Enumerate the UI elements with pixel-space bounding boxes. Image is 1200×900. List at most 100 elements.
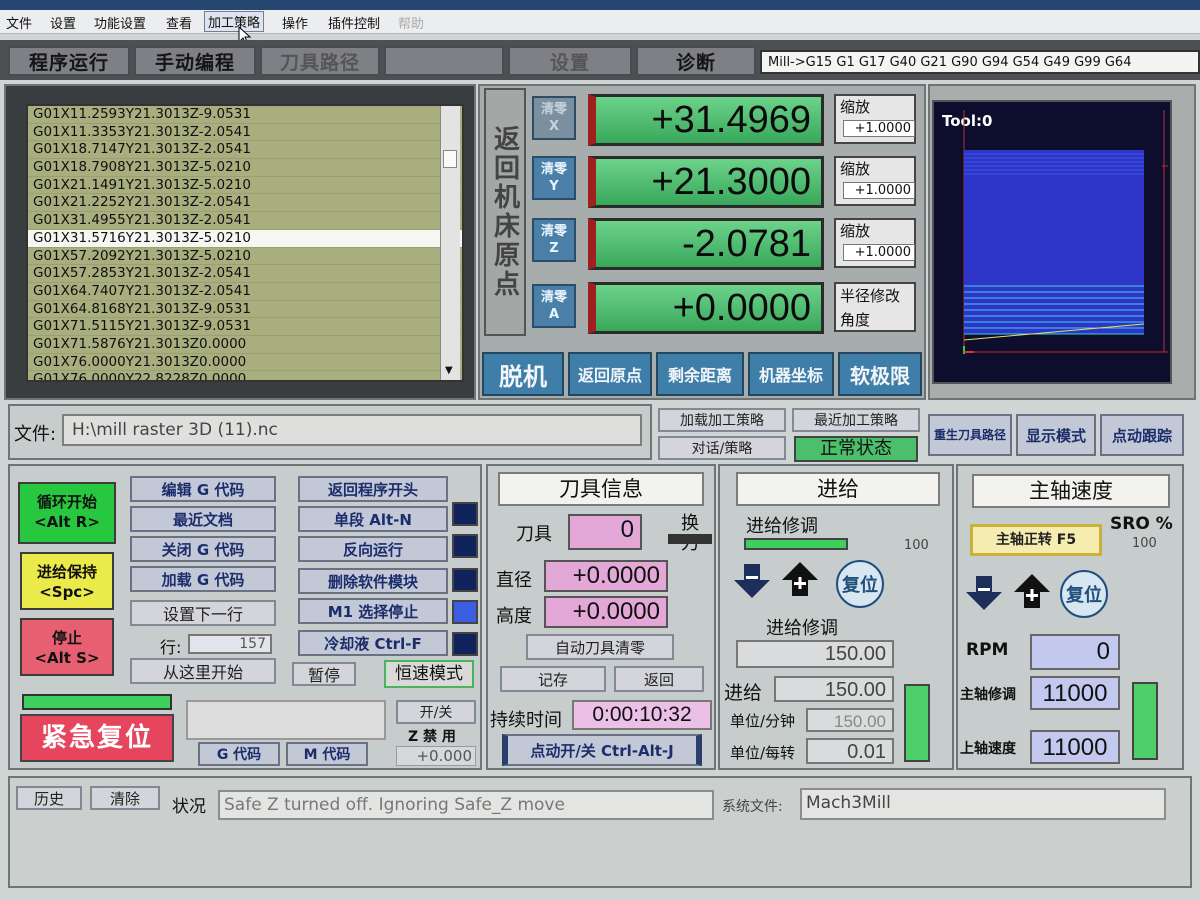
tab-settings[interactable]: 设置 bbox=[508, 46, 632, 76]
gcodes-button[interactable]: G 代码 bbox=[198, 742, 280, 766]
stop-button[interactable]: 停止 <Alt S> bbox=[20, 618, 114, 676]
menu-wizard[interactable]: 加工策略 bbox=[204, 11, 265, 32]
cycle-start-button[interactable]: 循环开始 <Alt R> bbox=[18, 482, 116, 544]
gcode-listing[interactable]: G01X11.2593Y21.3013Z-9.0531 G01X11.3353Y2… bbox=[26, 104, 464, 382]
tool-info-title: 刀具信息 bbox=[498, 472, 704, 506]
gcode-line[interactable]: G01X76.0000Y22.8228Z0.0000 bbox=[28, 371, 462, 380]
zero-z-button[interactable]: 清零 Z bbox=[532, 218, 576, 262]
auto-tool-zero-button[interactable]: 自动刀具清零 bbox=[526, 634, 674, 660]
dist-to-go-button[interactable]: 剩余距离 bbox=[656, 352, 744, 396]
tab-toolpath[interactable]: 刀具路径 bbox=[260, 46, 380, 76]
gcode-line[interactable]: G01X18.7147Y21.3013Z-2.0541 bbox=[28, 141, 462, 160]
menu-plugin-control[interactable]: 插件控制 bbox=[328, 13, 380, 32]
history-button[interactable]: 历史 bbox=[16, 786, 82, 810]
pause-button[interactable]: 暂停 bbox=[292, 662, 356, 686]
offline-button[interactable]: 脱机 bbox=[482, 352, 564, 396]
coolant-button[interactable]: 冷却液 Ctrl-F bbox=[298, 630, 448, 656]
gcode-line[interactable]: G01X76.0000Y21.3013Z0.0000 bbox=[28, 354, 462, 372]
block-delete-button[interactable]: 删除软件模块 bbox=[298, 568, 448, 594]
menu-function-config[interactable]: 功能设置 bbox=[94, 13, 146, 32]
jog-follow-button[interactable]: 点动跟踪 bbox=[1100, 414, 1184, 456]
menu-config[interactable]: 设置 bbox=[50, 13, 76, 32]
gcode-line[interactable]: G01X18.7908Y21.3013Z-5.0210 bbox=[28, 159, 462, 177]
feed-reset-button[interactable]: 复位 bbox=[836, 560, 884, 608]
tool-number-field[interactable]: 0 bbox=[568, 514, 642, 550]
soft-limits-button[interactable]: 软极限 bbox=[838, 352, 922, 396]
diameter-field[interactable]: +0.0000 bbox=[544, 560, 668, 592]
machine-coords-button[interactable]: 机器坐标 bbox=[748, 352, 834, 396]
spindle-increase-icon[interactable] bbox=[1012, 572, 1052, 616]
emergency-reset-button[interactable]: 紧急复位 bbox=[20, 714, 174, 762]
mdi-input[interactable] bbox=[186, 700, 386, 740]
edit-gcode-button[interactable]: 编辑 G 代码 bbox=[130, 476, 276, 502]
scroll-thumb[interactable] bbox=[443, 150, 457, 168]
load-wizards-button[interactable]: 加载加工策略 bbox=[658, 408, 786, 432]
toolpath-display[interactable]: Tool:0 bbox=[932, 100, 1172, 384]
feed-hold-button[interactable]: 进给保持 <Spc> bbox=[20, 552, 114, 610]
zero-a-button[interactable]: 清零 A bbox=[532, 284, 576, 328]
feed-override-slider[interactable] bbox=[904, 684, 930, 762]
spindle-override-field[interactable]: 11000 bbox=[1030, 676, 1120, 710]
reverse-run-button[interactable]: 反向运行 bbox=[298, 536, 448, 562]
feed-override-field[interactable]: 150.00 bbox=[736, 640, 894, 668]
close-gcode-button[interactable]: 关闭 G 代码 bbox=[130, 536, 276, 562]
menu-file[interactable]: 文件 bbox=[6, 13, 32, 32]
gcode-line[interactable]: G01X64.7407Y21.3013Z-2.0541 bbox=[28, 283, 462, 301]
last-wizard-button[interactable]: 最近加工策略 bbox=[792, 408, 920, 432]
regen-toolpath-button[interactable]: 重生刀具路径 bbox=[928, 414, 1012, 456]
zero-y-button[interactable]: 清零 Y bbox=[532, 156, 576, 200]
gcode-line[interactable]: G01X57.2092Y21.3013Z-5.0210 bbox=[28, 248, 462, 266]
load-gcode-button[interactable]: 加载 G 代码 bbox=[130, 566, 276, 592]
feed-decrease-icon[interactable] bbox=[732, 562, 772, 606]
gcode-line[interactable]: G01X71.5115Y21.3013Z-9.0531 bbox=[28, 318, 462, 336]
tab-program-run[interactable]: 程序运行 bbox=[8, 46, 130, 76]
gcode-line[interactable]: G01X31.4955Y21.3013Z-2.0541 bbox=[28, 212, 462, 230]
file-row: 文件: H:\mill raster 3D (11).nc bbox=[8, 404, 652, 460]
gcode-line[interactable]: G01X64.8168Y21.3013Z-9.0531 bbox=[28, 301, 462, 319]
gcode-line[interactable]: G01X11.3353Y21.3013Z-2.0541 bbox=[28, 124, 462, 142]
scroll-down-icon[interactable]: ▼ bbox=[445, 365, 453, 376]
tab-diagnostics[interactable]: 诊断 bbox=[636, 46, 756, 76]
tab-mdi[interactable]: 手动编程 bbox=[134, 46, 256, 76]
gcode-line[interactable]: G01X71.5876Y21.3013Z0.0000 bbox=[28, 336, 462, 354]
gcode-line[interactable]: G01X21.1491Y21.3013Z-5.0210 bbox=[28, 177, 462, 195]
spindle-override-slider[interactable] bbox=[1132, 682, 1158, 760]
spindle-reset-button[interactable]: 复位 bbox=[1060, 570, 1108, 618]
z-inhibit-value[interactable]: +0.000 bbox=[396, 746, 476, 766]
set-next-line-button[interactable]: 设置下一行 bbox=[130, 600, 276, 626]
line-number-field[interactable]: 157 bbox=[188, 634, 272, 654]
mcodes-button[interactable]: M 代码 bbox=[286, 742, 368, 766]
goto-zero-button[interactable]: 返回原点 bbox=[568, 352, 652, 396]
height-field[interactable]: +0.0000 bbox=[544, 596, 668, 628]
jog-toggle-button[interactable]: 点动开/关 Ctrl-Alt-J bbox=[502, 734, 702, 766]
menu-operator[interactable]: 操作 bbox=[282, 13, 308, 32]
remember-button[interactable]: 记存 bbox=[500, 666, 606, 692]
return-button[interactable]: 返回 bbox=[614, 666, 704, 692]
z-inhibit-toggle[interactable]: 开/关 bbox=[396, 700, 476, 724]
gcode-scrollbar[interactable]: ▼ bbox=[440, 106, 460, 380]
m1-optional-stop-button[interactable]: M1 选择停止 bbox=[298, 598, 448, 624]
rewind-button[interactable]: 返回程序开头 bbox=[298, 476, 448, 502]
gcode-line[interactable]: G01X11.2593Y21.3013Z-9.0531 bbox=[28, 106, 462, 124]
run-from-here-button[interactable]: 从这里开始 bbox=[130, 658, 276, 684]
tab-offsets[interactable] bbox=[384, 46, 504, 76]
single-block-button[interactable]: 单段 Alt-N bbox=[298, 506, 448, 532]
display-mode-button[interactable]: 显示模式 bbox=[1016, 414, 1096, 456]
gcode-line[interactable]: G01X31.5716Y21.3013Z-5.0210 bbox=[28, 229, 462, 248]
gcode-line[interactable]: G01X57.2853Y21.3013Z-2.0541 bbox=[28, 265, 462, 283]
tool-label: 刀具 bbox=[516, 524, 552, 545]
spindle-speed-field[interactable]: 11000 bbox=[1030, 730, 1120, 764]
gcode-line[interactable]: G01X21.2252Y21.3013Z-2.0541 bbox=[28, 194, 462, 213]
clear-button[interactable]: 清除 bbox=[90, 786, 160, 810]
ref-all-home-button[interactable]: 返回机床原点 bbox=[484, 88, 526, 336]
conversational-button[interactable]: 对话/策略 bbox=[658, 436, 786, 460]
spindle-decrease-icon[interactable] bbox=[964, 574, 1004, 618]
feed-increase-icon[interactable] bbox=[780, 560, 820, 604]
line-label: 行: bbox=[160, 638, 182, 657]
sro-value: 100 bbox=[1132, 536, 1157, 551]
zero-x-button[interactable]: 清零 X bbox=[532, 96, 576, 140]
menu-view[interactable]: 查看 bbox=[166, 13, 192, 32]
recent-file-button[interactable]: 最近文档 bbox=[130, 506, 276, 532]
spindle-cw-button[interactable]: 主轴正转 F5 bbox=[970, 524, 1102, 556]
menu-help[interactable]: 帮助 bbox=[398, 13, 424, 32]
